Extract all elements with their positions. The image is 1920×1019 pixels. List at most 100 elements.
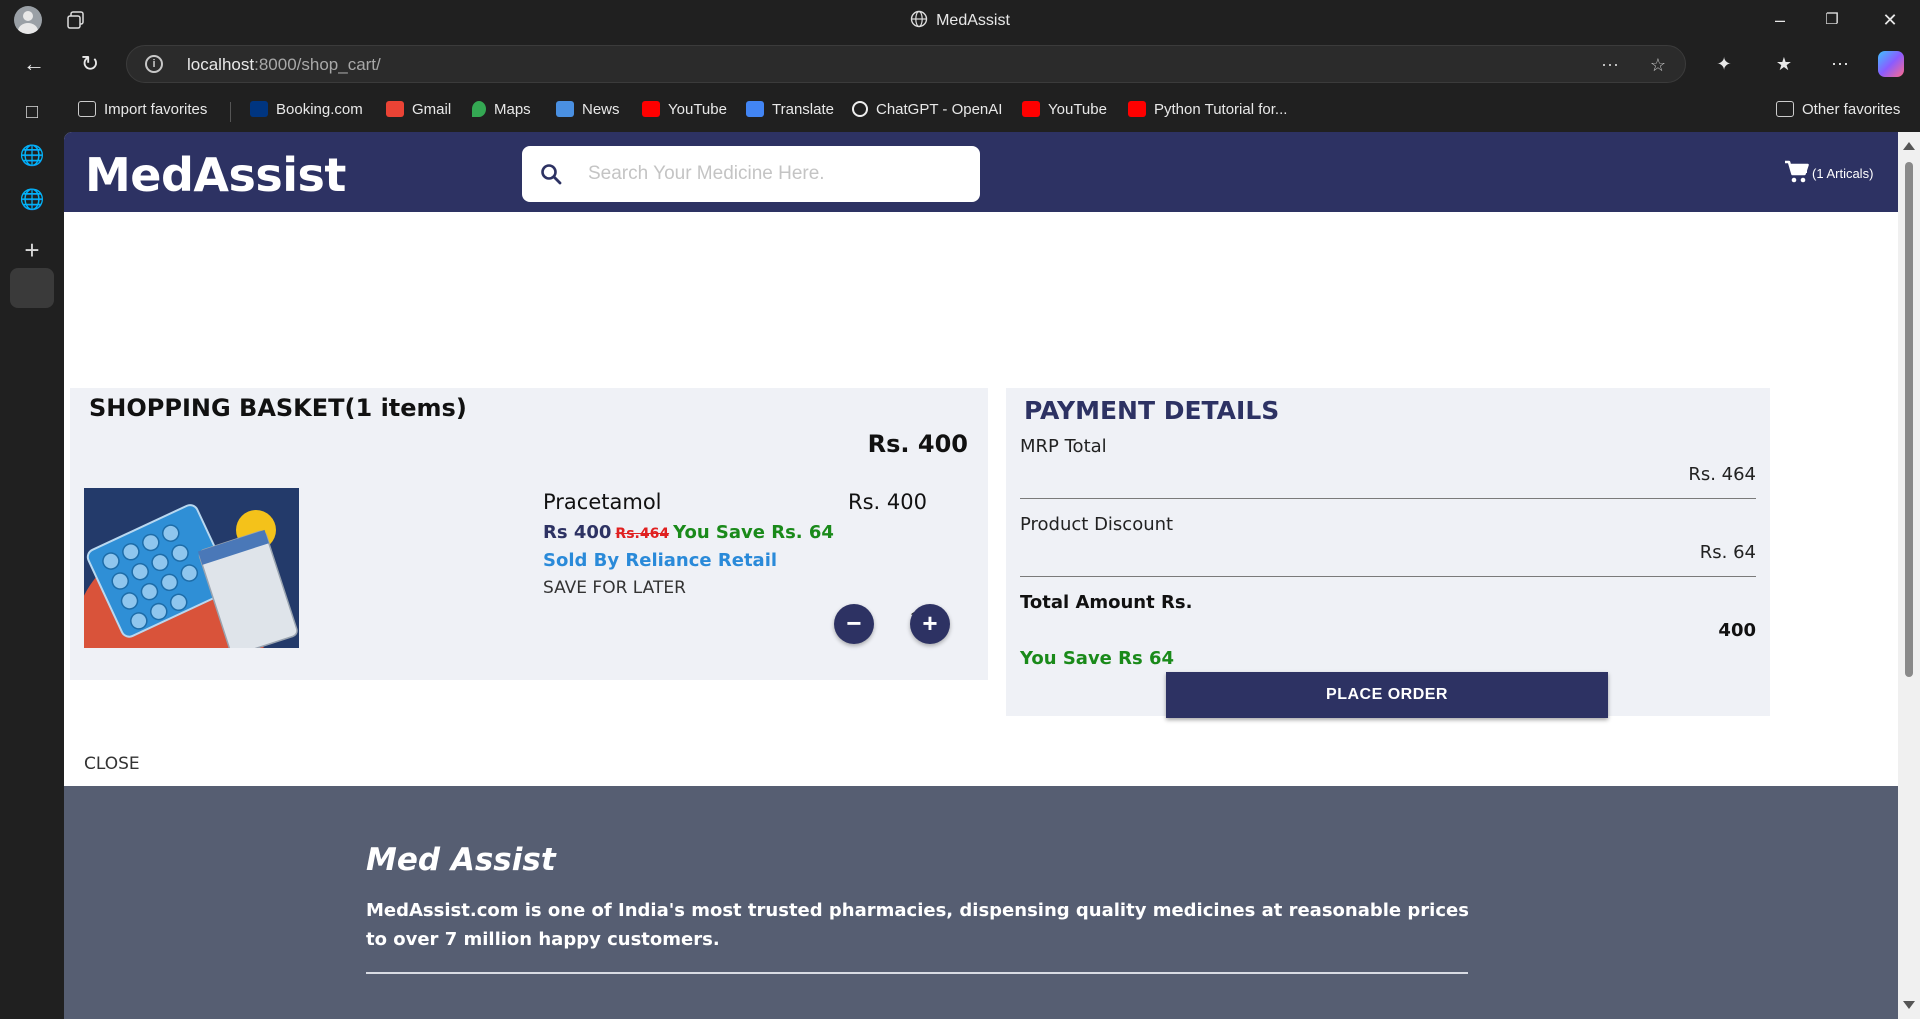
other-favorites-label: Other favorites bbox=[1802, 101, 1901, 118]
search-bar bbox=[522, 146, 980, 202]
favorite-news[interactable]: News bbox=[556, 98, 620, 122]
product-image[interactable] bbox=[84, 488, 299, 648]
favorite-star-icon[interactable]: ☆ bbox=[1647, 54, 1669, 76]
payment-title: PAYMENT DETAILS bbox=[1024, 396, 1280, 425]
mrp-total-value: Rs. 464 bbox=[1688, 464, 1756, 485]
address-bar-row: ← ↻ i localhost:8000/shop_cart/ ⋯ ☆ ✦ ★ … bbox=[0, 40, 1920, 88]
divider bbox=[1020, 576, 1756, 577]
translate-icon bbox=[746, 101, 764, 117]
favorite-youtube[interactable]: YouTube bbox=[642, 98, 727, 122]
place-order-button[interactable]: PLACE ORDER bbox=[1166, 672, 1608, 718]
decrease-quantity-button[interactable]: − bbox=[834, 604, 874, 644]
restore-button[interactable]: ❐ bbox=[1818, 6, 1846, 34]
footer-divider bbox=[366, 972, 1468, 974]
price-savings: You Save Rs. 64 bbox=[673, 522, 834, 543]
favorite-label: ChatGPT - OpenAI bbox=[876, 101, 1003, 118]
favorites-divider bbox=[230, 102, 231, 122]
shopping-basket: SHOPPING BASKET(1 items) Rs. 400 Praceta… bbox=[70, 388, 988, 680]
more-menu-icon[interactable]: ⋯ bbox=[1826, 50, 1854, 78]
refresh-icon[interactable]: ↻ bbox=[76, 50, 104, 78]
site-info-icon[interactable]: i bbox=[145, 55, 163, 73]
search-input[interactable] bbox=[588, 158, 958, 190]
news-icon bbox=[556, 101, 574, 117]
total-amount-value: 400 bbox=[1718, 620, 1756, 641]
favorite-booking[interactable]: Booking.com bbox=[250, 98, 363, 122]
browser-sidebar: □ 🌐 🌐 + bbox=[0, 88, 64, 1019]
search-icon[interactable] bbox=[540, 163, 562, 185]
favorite-label: Maps bbox=[494, 101, 531, 118]
new-tab-plus-icon[interactable]: + bbox=[18, 236, 46, 264]
footer-title: Med Assist bbox=[366, 842, 556, 878]
favorite-youtube-2[interactable]: YouTube bbox=[1022, 98, 1107, 122]
folder-icon bbox=[1776, 101, 1794, 117]
globe-icon bbox=[910, 10, 928, 28]
product-price-row: Rs 400 Rs.464 You Save Rs. 64 bbox=[543, 522, 834, 543]
close-window-button[interactable]: ✕ bbox=[1876, 6, 1904, 34]
payment-details: PAYMENT DETAILS MRP Total Rs. 464 Produc… bbox=[1006, 388, 1770, 718]
save-for-later-button[interactable]: SAVE FOR LATER bbox=[543, 578, 686, 598]
favorite-label: Booking.com bbox=[276, 101, 363, 118]
globe-icon[interactable]: 🌐 bbox=[18, 186, 46, 214]
browser-title-bar: MedAssist – ❐ ✕ bbox=[0, 0, 1920, 40]
increase-quantity-button[interactable]: + bbox=[910, 604, 950, 644]
footer-description: MedAssist.com is one of India's most tru… bbox=[366, 900, 1469, 950]
scrollbar-thumb[interactable] bbox=[1905, 162, 1913, 677]
openai-icon bbox=[852, 101, 868, 117]
medicine-strip-image bbox=[84, 488, 299, 648]
url-text[interactable]: localhost:8000/shop_cart/ bbox=[187, 55, 381, 75]
maps-icon bbox=[472, 101, 486, 117]
minimize-button[interactable]: – bbox=[1766, 6, 1794, 34]
booking-icon bbox=[250, 101, 268, 117]
window-title-text: MedAssist bbox=[936, 12, 1010, 29]
favorite-maps[interactable]: Maps bbox=[472, 98, 531, 122]
youtube-icon bbox=[1022, 101, 1040, 117]
window-title: MedAssist bbox=[0, 10, 1920, 30]
price-current: Rs 400 bbox=[543, 522, 612, 543]
site-header: MedAssist (1 Articals) bbox=[64, 132, 1898, 212]
favorite-python-tutorial[interactable]: Python Tutorial for... bbox=[1128, 98, 1287, 122]
url-field[interactable]: i localhost:8000/shop_cart/ ⋯ ☆ bbox=[126, 45, 1686, 83]
url-host: localhost bbox=[187, 55, 255, 74]
basket-total: Rs. 400 bbox=[867, 430, 968, 458]
other-favorites[interactable]: Other favorites bbox=[1776, 98, 1900, 122]
scroll-up-arrow-icon[interactable] bbox=[1903, 142, 1915, 150]
product-name[interactable]: Pracetamol bbox=[543, 490, 662, 514]
copilot-icon[interactable] bbox=[1878, 51, 1904, 77]
cart-icon bbox=[1785, 160, 1809, 183]
favorite-import[interactable]: Import favorites bbox=[78, 98, 207, 122]
cart-button[interactable]: (1 Articals) bbox=[1784, 160, 1873, 184]
favorite-label: News bbox=[582, 101, 620, 118]
page-actions-icon[interactable]: ⋯ bbox=[1599, 54, 1621, 76]
favorite-label: YouTube bbox=[1048, 101, 1107, 118]
favorite-label: YouTube bbox=[668, 101, 727, 118]
back-arrow-icon[interactable]: ← bbox=[20, 50, 48, 78]
youtube-icon bbox=[642, 101, 660, 117]
favorite-translate[interactable]: Translate bbox=[746, 98, 834, 122]
favorites-list-icon[interactable]: ★ bbox=[1770, 50, 1798, 78]
favorites-bar: Import favorites Booking.com Gmail Maps … bbox=[0, 88, 1920, 132]
product-discount-value: Rs. 64 bbox=[1699, 542, 1756, 563]
basket-title: SHOPPING BASKET(1 items) bbox=[89, 394, 467, 422]
active-tab-indicator bbox=[10, 268, 54, 308]
cart-count: (1 Articals) bbox=[1812, 166, 1874, 181]
favorite-label: Python Tutorial for... bbox=[1154, 101, 1288, 118]
favorite-chatgpt[interactable]: ChatGPT - OpenAI bbox=[852, 98, 1002, 122]
import-icon bbox=[78, 101, 96, 117]
page-scrollbar[interactable] bbox=[1898, 132, 1920, 1019]
youtube-icon bbox=[1128, 101, 1146, 117]
favorite-gmail[interactable]: Gmail bbox=[386, 98, 451, 122]
gmail-icon bbox=[386, 101, 404, 117]
extensions-icon[interactable]: ✦ bbox=[1710, 50, 1738, 78]
sold-by-link[interactable]: Sold By Reliance Retail bbox=[543, 550, 777, 571]
divider bbox=[1020, 498, 1756, 499]
tab-list-icon[interactable]: □ bbox=[18, 98, 46, 126]
close-button[interactable]: CLOSE bbox=[84, 754, 140, 774]
product-line-price: Rs. 400 bbox=[848, 490, 927, 514]
favorite-label: Translate bbox=[772, 101, 834, 118]
brand-logo[interactable]: MedAssist bbox=[85, 148, 346, 202]
favorite-label: Import favorites bbox=[104, 101, 208, 118]
globe-icon[interactable]: 🌐 bbox=[18, 142, 46, 170]
mrp-total-label: MRP Total bbox=[1020, 436, 1107, 457]
scroll-down-arrow-icon[interactable] bbox=[1903, 1001, 1915, 1009]
total-amount-label: Total Amount Rs. bbox=[1020, 592, 1193, 613]
